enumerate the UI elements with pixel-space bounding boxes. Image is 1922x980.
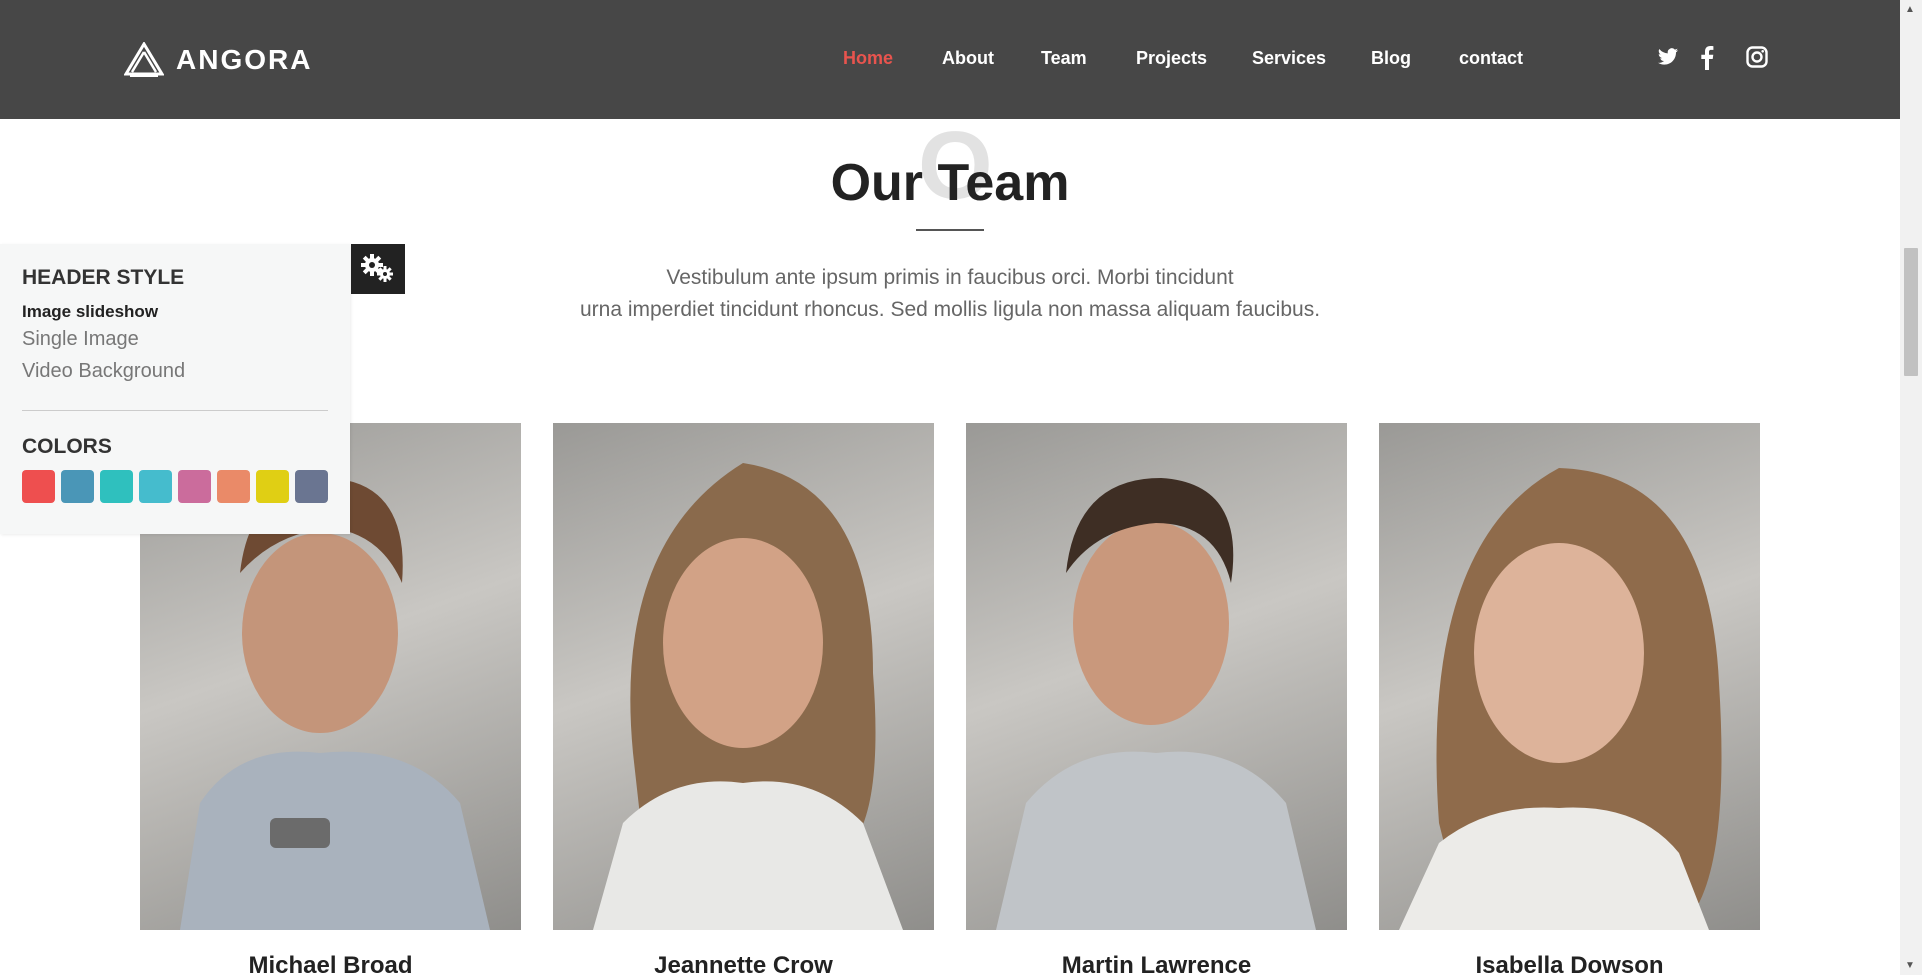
section-title: Our Team: [830, 154, 1070, 212]
color-swatch[interactable]: [178, 470, 211, 503]
vertical-scrollbar[interactable]: ▲ ▼: [1900, 0, 1922, 975]
nav-home[interactable]: Home: [843, 48, 893, 69]
scroll-thumb[interactable]: [1904, 248, 1918, 376]
instagram-icon[interactable]: [1746, 46, 1768, 68]
team-member-photo: [966, 423, 1347, 930]
team-member-name: Jeannette Crow: [654, 952, 833, 979]
scroll-down-arrow-icon[interactable]: ▼: [1905, 960, 1915, 971]
team-member-name: Michael Broad: [248, 952, 413, 979]
color-swatch[interactable]: [139, 470, 172, 503]
switcher-divider: [22, 410, 328, 411]
colors-heading: COLORS: [22, 435, 112, 458]
color-swatch[interactable]: [256, 470, 289, 503]
color-swatch[interactable]: [217, 470, 250, 503]
team-member-name: Isabella Dowson: [1475, 952, 1664, 979]
nav-about[interactable]: About: [942, 48, 994, 69]
color-swatches: [22, 470, 328, 503]
color-swatch[interactable]: [100, 470, 133, 503]
team-card[interactable]: Jeannette Crow: [553, 423, 934, 980]
twitter-icon[interactable]: [1656, 46, 1680, 68]
angora-logo-icon: [124, 42, 164, 77]
facebook-icon[interactable]: [1700, 46, 1714, 70]
style-switcher-panel: HEADER STYLE Image slideshow Single Imag…: [0, 244, 350, 534]
title-divider: [916, 229, 984, 231]
nav-services[interactable]: Services: [1252, 48, 1326, 69]
color-swatch[interactable]: [22, 470, 55, 503]
brand-logo[interactable]: ANGORA: [124, 42, 312, 78]
nav-contact[interactable]: contact: [1459, 48, 1523, 69]
gears-icon[interactable]: [351, 244, 405, 294]
header-style-heading: HEADER STYLE: [22, 266, 185, 289]
team-card[interactable]: Martin Lawrence: [966, 423, 1347, 980]
nav-blog[interactable]: Blog: [1371, 48, 1411, 69]
site-header: ANGORA Home About Team Projects Services…: [0, 0, 1900, 119]
team-card[interactable]: Isabella Dowson: [1379, 423, 1760, 980]
brand-name: ANGORA: [176, 44, 313, 75]
nav-team[interactable]: Team: [1041, 48, 1087, 69]
team-member-name: Martin Lawrence: [1061, 952, 1252, 979]
nav-projects[interactable]: Projects: [1136, 48, 1207, 69]
color-swatch[interactable]: [295, 470, 328, 503]
option-single-image[interactable]: Single Image: [22, 328, 139, 351]
option-image-slideshow[interactable]: Image slideshow: [22, 302, 158, 322]
option-video-background[interactable]: Video Background: [22, 360, 185, 383]
color-swatch[interactable]: [61, 470, 94, 503]
scroll-up-arrow-icon[interactable]: ▲: [1905, 4, 1915, 15]
team-member-photo: [553, 423, 934, 930]
team-member-photo: [1379, 423, 1760, 930]
